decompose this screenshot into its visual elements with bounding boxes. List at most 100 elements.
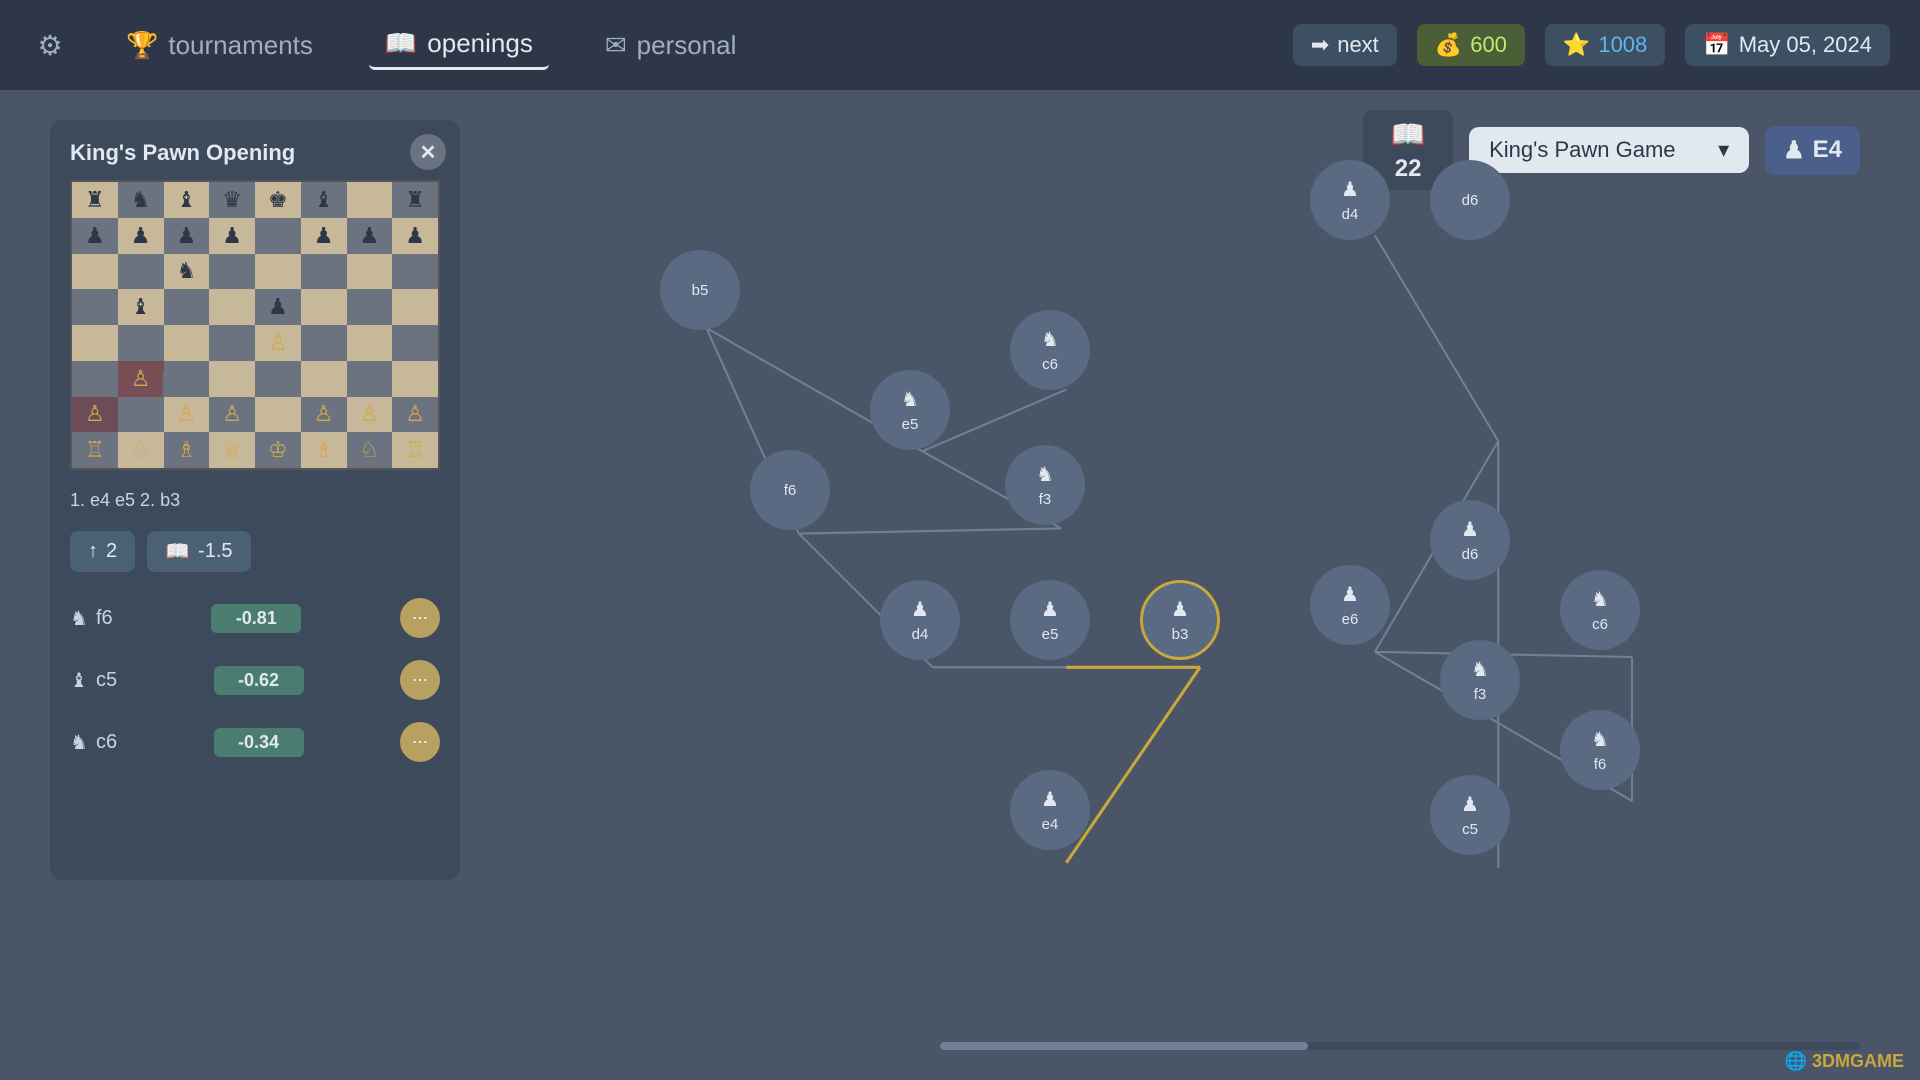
node-c5-bottom[interactable]: ♟ c5 <box>1430 775 1510 855</box>
move-2-label: c5 <box>96 669 117 692</box>
node-f6-left[interactable]: f6 <box>750 450 830 530</box>
board-cell: ♟ <box>255 289 301 325</box>
mail-icon: ✉ <box>605 30 627 61</box>
board-cell: ♟ <box>209 218 255 254</box>
opening-selector[interactable]: King's Pawn Game ▾ <box>1469 127 1749 173</box>
next-button[interactable]: ➡ next <box>1293 24 1397 66</box>
board-cell: ♔ <box>255 432 301 468</box>
board-cell <box>72 325 118 361</box>
watermark-icon: 🌐 <box>1785 1051 1807 1071</box>
board-cell: ♖ <box>72 432 118 468</box>
node-f6-right[interactable]: ♞ f6 <box>1560 710 1640 790</box>
board-cell <box>209 254 255 290</box>
book-count-num: 22 <box>1395 155 1422 183</box>
stat-score-pill: 📖 -1.5 <box>147 531 250 572</box>
tournaments-label: tournaments <box>168 30 313 61</box>
chess-board: ♜♞♝♛♚♝♜♟♟♟♟♟♟♟♞♝♟♙♙♙♙♙♙♙♙♖♘♗♕♔♗♘♖ <box>70 180 440 470</box>
network-btn-1[interactable]: ⋯ <box>400 598 440 638</box>
book-icon: 📖 <box>385 28 417 59</box>
node-e5-top[interactable]: ♞ e5 <box>870 370 950 450</box>
board-cell: ♙ <box>392 397 438 433</box>
node-b5[interactable]: b5 <box>660 250 740 330</box>
node-b3-center[interactable]: ♟ b3 <box>1140 580 1220 660</box>
coins-display: 💰 600 <box>1417 24 1525 66</box>
board-cell <box>347 182 393 218</box>
node-d6-top[interactable]: d6 <box>1430 160 1510 240</box>
star-icon: ⭐ <box>1563 32 1590 58</box>
node-d6-right[interactable]: ♟ d6 <box>1430 500 1510 580</box>
move-stats: ↑ 2 📖 -1.5 <box>70 531 440 572</box>
node-f3-mid[interactable]: ♞ f3 <box>1005 445 1085 525</box>
node-c6-right[interactable]: ♞ c6 <box>1560 570 1640 650</box>
e4-label: E4 <box>1813 136 1842 164</box>
move-3-label: c6 <box>96 731 117 754</box>
board-cell <box>164 289 210 325</box>
move-list: ♞ f6 -0.81 ⋯ ♝ c5 -0.62 ⋯ ♞ c6 <box>70 592 440 768</box>
node-d4-left[interactable]: ♟ d4 <box>880 580 960 660</box>
nav-tournaments[interactable]: 🏆 tournaments <box>110 22 329 69</box>
board-cell <box>347 289 393 325</box>
board-cell: ♝ <box>118 289 164 325</box>
nav-right-section: ➡ next 💰 600 ⭐ 1008 📅 May 05, 2024 <box>1293 24 1890 66</box>
nav-openings[interactable]: 📖 openings <box>369 20 549 70</box>
board-cell <box>392 289 438 325</box>
nav-personal[interactable]: ✉ personal <box>589 22 753 69</box>
board-cell <box>164 361 210 397</box>
board-cell <box>392 254 438 290</box>
node-f3-right[interactable]: ♞ f3 <box>1440 640 1520 720</box>
date-value: May 05, 2024 <box>1739 32 1872 58</box>
node-d4-right[interactable]: ♟ d4 <box>1310 160 1390 240</box>
board-cell: ♗ <box>301 432 347 468</box>
node-e4-bottom[interactable]: ♟ e4 <box>1010 770 1090 850</box>
board-cell: ♝ <box>301 182 347 218</box>
board-cell: ♟ <box>164 218 210 254</box>
move-row: ♝ c5 -0.62 ⋯ <box>70 654 440 706</box>
board-cell <box>72 361 118 397</box>
panel-title: King's Pawn Opening <box>70 140 440 166</box>
board-cell <box>347 325 393 361</box>
count-icon: ↑ <box>88 540 98 563</box>
stat-count-pill: ↑ 2 <box>70 531 135 572</box>
pawn-icon: ♟ <box>1783 136 1805 165</box>
board-cell: ♟ <box>301 218 347 254</box>
board-cell: ♙ <box>118 361 164 397</box>
settings-icon[interactable]: ⚙ <box>30 25 70 65</box>
node-e6-right[interactable]: ♟ e6 <box>1310 565 1390 645</box>
board-cell <box>255 254 301 290</box>
network-btn-2[interactable]: ⋯ <box>400 660 440 700</box>
board-cell <box>392 361 438 397</box>
openings-label: openings <box>427 28 533 59</box>
board-cell: ♝ <box>164 182 210 218</box>
chevron-down-icon: ▾ <box>1718 137 1729 163</box>
board-cell <box>347 361 393 397</box>
tree-area: 📖 22 King's Pawn Game ▾ ♟ E4 <box>480 90 1920 1080</box>
node-e5-mid[interactable]: ♟ e5 <box>1010 580 1090 660</box>
move-1-label: f6 <box>96 607 113 630</box>
board-cell: ♕ <box>209 432 255 468</box>
move-notation: 1. e4 e5 2. b3 <box>70 484 440 517</box>
board-cell: ♙ <box>347 397 393 433</box>
scroll-thumb[interactable] <box>940 1042 1308 1050</box>
move-1-name: ♞ f6 <box>70 606 113 631</box>
book-icon-small: 📖 <box>165 539 190 564</box>
horizontal-scrollbar[interactable] <box>940 1042 1860 1050</box>
personal-label: personal <box>637 30 737 61</box>
board-cell <box>255 397 301 433</box>
board-cell <box>72 254 118 290</box>
board-cell <box>209 289 255 325</box>
board-cell: ♜ <box>72 182 118 218</box>
network-btn-3[interactable]: ⋯ <box>400 722 440 762</box>
move-3-name: ♞ c6 <box>70 730 117 755</box>
board-cell: ♙ <box>72 397 118 433</box>
board-cell <box>118 325 164 361</box>
node-c6-top[interactable]: ♞ c6 <box>1010 310 1090 390</box>
date-display[interactable]: 📅 May 05, 2024 <box>1685 24 1890 66</box>
board-cell <box>255 218 301 254</box>
coins-value: 600 <box>1470 32 1507 58</box>
trophy-icon: 🏆 <box>126 30 158 61</box>
close-button[interactable]: ✕ <box>410 134 446 170</box>
score-1: -0.81 <box>211 604 301 633</box>
e4-badge[interactable]: ♟ E4 <box>1765 126 1860 175</box>
board-cell: ♘ <box>118 432 164 468</box>
piece-icon-1: ♞ <box>70 606 88 631</box>
